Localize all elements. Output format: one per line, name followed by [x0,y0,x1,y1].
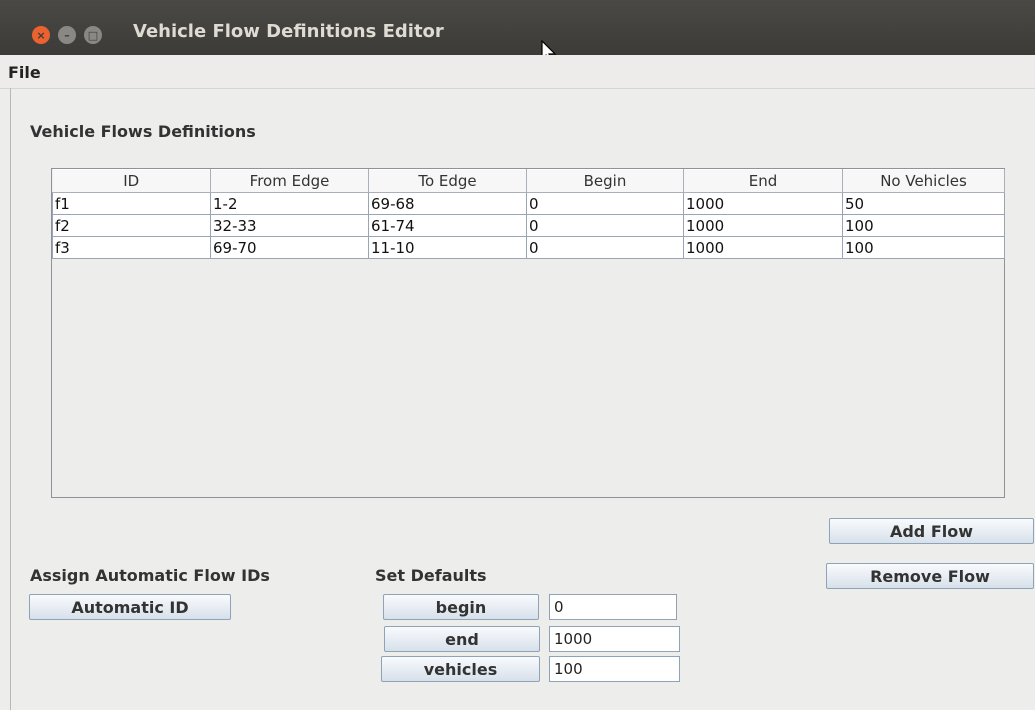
column-header-no-vehicles[interactable]: No Vehicles [842,169,1005,193]
column-header-to-edge[interactable]: To Edge [368,169,527,193]
add-flow-button[interactable]: Add Flow [829,518,1034,544]
automatic-id-button[interactable]: Automatic ID [29,594,231,620]
flows-table[interactable]: ID From Edge To Edge Begin End No Vehicl… [52,169,1005,259]
auto-ids-heading: Assign Automatic Flow IDs [30,566,270,585]
begin-button[interactable]: begin [383,594,539,620]
table-cell[interactable]: 50 [842,192,1005,215]
minimize-icon[interactable]: – [58,26,76,44]
title-bar: × – □ Vehicle Flow Definitions Editor [0,0,1035,63]
table-row[interactable]: f1 1-2 69-68 0 1000 50 [52,192,1005,215]
table-cell[interactable]: 100 [842,236,1005,259]
table-cell[interactable]: f2 [52,214,211,237]
table-cell[interactable]: 61-74 [368,214,527,237]
table-cell[interactable]: f1 [52,192,211,215]
window-title: Vehicle Flow Definitions Editor [133,21,444,42]
table-cell[interactable]: 69-68 [368,192,527,215]
column-header-id[interactable]: ID [52,169,211,193]
set-defaults-heading: Set Defaults [375,566,487,585]
vehicles-button[interactable]: vehicles [381,656,540,682]
close-icon[interactable]: × [32,26,50,44]
begin-field[interactable]: 0 [549,594,677,620]
column-header-end[interactable]: End [683,169,843,193]
table-cell[interactable]: 1000 [683,214,843,237]
table-cell[interactable]: f3 [52,236,211,259]
flows-table-frame[interactable]: ID From Edge To Edge Begin End No Vehicl… [51,168,1005,498]
table-cell[interactable]: 1-2 [210,192,369,215]
table-cell[interactable]: 0 [526,236,684,259]
menu-file[interactable]: File [8,63,41,82]
vehicles-field[interactable]: 100 [549,656,680,682]
end-field[interactable]: 1000 [549,626,680,652]
maximize-icon[interactable]: □ [84,26,102,44]
menu-bar: File [0,55,1035,89]
flows-heading: Vehicle Flows Definitions [30,122,256,141]
end-button[interactable]: end [384,626,540,652]
remove-flow-button[interactable]: Remove Flow [826,563,1034,589]
table-cell[interactable]: 100 [842,214,1005,237]
table-header-row: ID From Edge To Edge Begin End No Vehicl… [52,169,1005,193]
table-cell[interactable]: 69-70 [210,236,369,259]
window-border [10,88,11,710]
table-row[interactable]: f2 32-33 61-74 0 1000 100 [52,214,1005,237]
table-cell[interactable]: 0 [526,192,684,215]
table-cell[interactable]: 1000 [683,236,843,259]
table-cell[interactable]: 1000 [683,192,843,215]
table-cell[interactable]: 0 [526,214,684,237]
table-row[interactable]: f3 69-70 11-10 0 1000 100 [52,236,1005,259]
table-cell[interactable]: 11-10 [368,236,527,259]
column-header-from-edge[interactable]: From Edge [210,169,369,193]
table-cell[interactable]: 32-33 [210,214,369,237]
column-header-begin[interactable]: Begin [526,169,684,193]
